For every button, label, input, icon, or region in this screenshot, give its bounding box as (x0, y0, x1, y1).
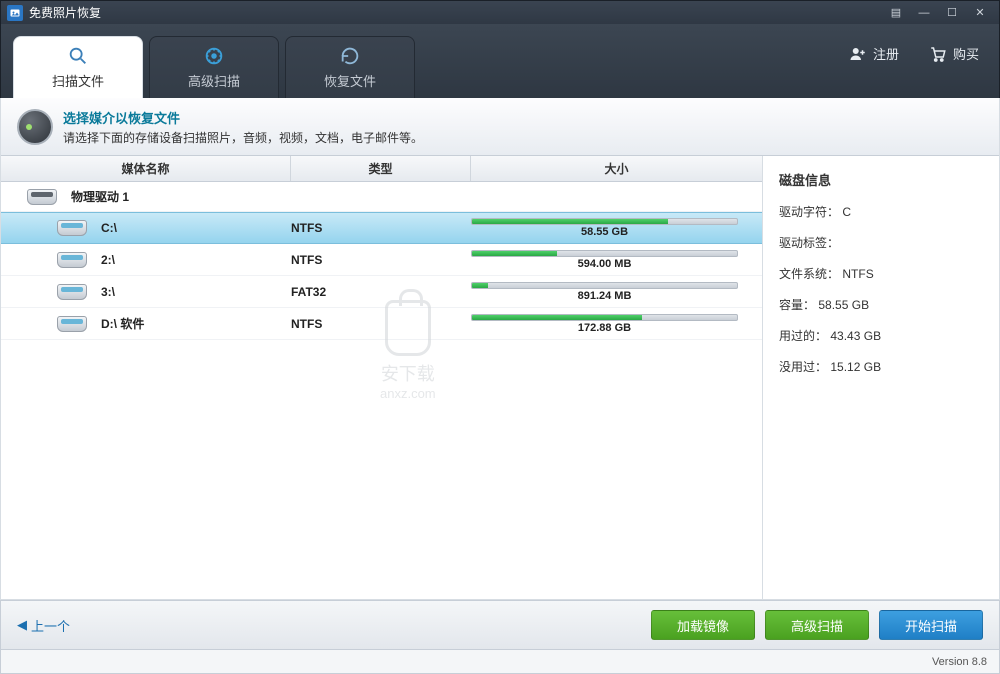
back-label: 上一个 (31, 616, 70, 635)
tab-1[interactable]: 高级扫描 (149, 36, 279, 98)
version-label: Version 8.8 (932, 656, 987, 668)
info-value: 58.55 GB (818, 298, 869, 312)
info-label: 没用过 (779, 360, 827, 374)
version-bar: Version 8.8 (0, 650, 1000, 674)
usage-bar (471, 314, 738, 321)
drive-row[interactable]: 3:\ FAT32891.24 MB (1, 276, 762, 308)
content-area: 选择媒介以恢复文件 请选择下面的存储设备扫描照片，音频，视频，文档，电子邮件等。… (0, 98, 1000, 600)
register-label: 注册 (873, 44, 899, 63)
usage-bar (471, 282, 738, 289)
drive-size: 58.55 GB (471, 226, 738, 238)
window-title: 免费照片恢复 (29, 4, 883, 21)
tab-label: 高级扫描 (188, 71, 240, 90)
close-button[interactable]: ✕ (967, 5, 993, 21)
drive-icon (57, 220, 87, 236)
register-link[interactable]: 注册 (849, 44, 899, 63)
col-size[interactable]: 大小 (471, 156, 762, 181)
info-value: 43.43 GB (830, 329, 881, 343)
info-row: 容量 58.55 GB (779, 296, 983, 313)
tab-label: 扫描文件 (52, 71, 104, 90)
info-value: 15.12 GB (830, 360, 881, 374)
info-row: 用过的 43.43 GB (779, 327, 983, 344)
col-type[interactable]: 类型 (291, 156, 471, 181)
drive-type: NTFS (291, 253, 471, 267)
info-label: 容量 (779, 298, 815, 312)
info-label: 驱动标签 (779, 236, 839, 250)
drive-type: NTFS (291, 317, 471, 331)
drive-size: 891.24 MB (471, 290, 738, 302)
drive-name: 2:\ (101, 253, 115, 267)
drive-row[interactable]: D:\ 软件 NTFS172.88 GB (1, 308, 762, 340)
top-bar: 扫描文件 高级扫描 恢复文件 注册 购买 (0, 24, 1000, 98)
drive-name: D:\ 软件 (101, 315, 144, 332)
info-label: 驱动字符 (779, 205, 839, 219)
arrow-left-icon: ◀ (17, 617, 27, 633)
drive-size: 172.88 GB (471, 322, 738, 334)
info-value: NTFS (842, 267, 873, 281)
tab-0[interactable]: 扫描文件 (13, 36, 143, 98)
drive-type: NTFS (291, 221, 471, 235)
user-plus-icon (849, 45, 867, 63)
instruction-bar: 选择媒介以恢复文件 请选择下面的存储设备扫描照片，音频，视频，文档，电子邮件等。 (1, 98, 999, 156)
instruction-headline: 选择媒介以恢复文件 (63, 108, 423, 127)
info-row: 没用过 15.12 GB (779, 358, 983, 375)
drive-row[interactable]: 2:\ NTFS594.00 MB (1, 244, 762, 276)
disk-info-title: 磁盘信息 (779, 170, 983, 189)
physical-disk-icon (27, 189, 57, 205)
drive-type: FAT32 (291, 285, 471, 299)
info-label: 文件系统 (779, 267, 839, 281)
app-icon (7, 5, 23, 21)
info-row: 文件系统 NTFS (779, 265, 983, 282)
load-image-button[interactable]: 加载镜像 (651, 610, 755, 640)
back-link[interactable]: ◀ 上一个 (17, 616, 70, 635)
title-bar: 免费照片恢复 ▤ — ☐ ✕ (0, 0, 1000, 24)
drive-icon (57, 284, 87, 300)
drive-icon (57, 252, 87, 268)
col-name[interactable]: 媒体名称 (1, 156, 291, 181)
start-scan-button[interactable]: 开始扫描 (879, 610, 983, 640)
tab-icon (203, 45, 225, 67)
info-value: C (842, 205, 851, 219)
instruction-sub: 请选择下面的存储设备扫描照片，音频，视频，文档，电子邮件等。 (63, 129, 423, 146)
cart-icon (929, 45, 947, 63)
drive-grid: 媒体名称 类型 大小 物理驱动 1C:\NTFS58.55 GB2:\NTFS5… (1, 156, 763, 599)
drive-group-row[interactable]: 物理驱动 1 (1, 182, 762, 212)
menu-button[interactable]: ▤ (883, 5, 909, 21)
drive-size: 594.00 MB (471, 258, 738, 270)
tab-icon (339, 45, 361, 67)
lens-icon (17, 109, 53, 145)
minimize-button[interactable]: — (911, 5, 937, 21)
drive-icon (57, 316, 87, 332)
footer-bar: ◀ 上一个 加载镜像 高级扫描 开始扫描 (0, 600, 1000, 650)
drive-name: 3:\ (101, 285, 115, 299)
info-row: 驱动标签 (779, 234, 983, 251)
usage-bar (471, 250, 738, 257)
advanced-scan-button[interactable]: 高级扫描 (765, 610, 869, 640)
tab-icon (67, 45, 89, 67)
tab-2[interactable]: 恢复文件 (285, 36, 415, 98)
info-label: 用过的 (779, 329, 827, 343)
grid-header: 媒体名称 类型 大小 (1, 156, 762, 182)
maximize-button[interactable]: ☐ (939, 5, 965, 21)
tab-label: 恢复文件 (324, 71, 376, 90)
buy-label: 购买 (953, 44, 979, 63)
drive-name: C:\ (101, 221, 117, 235)
disk-info-panel: 磁盘信息 驱动字符 C 驱动标签 文件系统 NTFS 容量 58.55 GB 用过的 … (763, 156, 999, 599)
drive-row[interactable]: C:\ NTFS58.55 GB (1, 212, 762, 244)
group-label: 物理驱动 1 (71, 188, 129, 205)
info-row: 驱动字符 C (779, 203, 983, 220)
usage-bar (471, 218, 738, 225)
buy-link[interactable]: 购买 (929, 44, 979, 63)
